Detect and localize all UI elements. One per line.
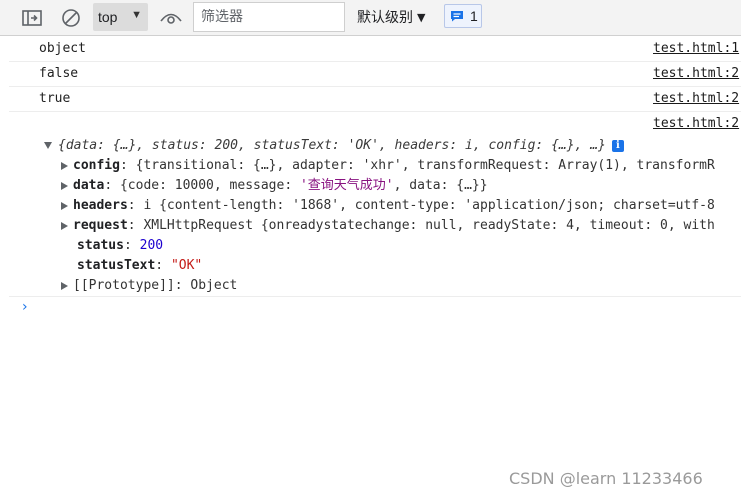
- log-text: true: [39, 91, 71, 106]
- log-text: object: [39, 41, 86, 56]
- collapse-triangle-icon[interactable]: [61, 161, 68, 170]
- watermark: CSDN @learn 11233466: [509, 469, 703, 488]
- live-expression-icon[interactable]: [157, 6, 185, 30]
- property-status: status: 200: [77, 238, 164, 253]
- console-toolbar: top ▼ 默认级别 ▼ 1: [0, 0, 741, 36]
- log-levels-dropdown[interactable]: 默认级别 ▼: [357, 4, 437, 30]
- context-selector[interactable]: top ▼: [93, 3, 148, 31]
- source-link[interactable]: test.html:2: [653, 91, 739, 106]
- message-icon: [451, 11, 463, 22]
- chevron-down-icon: ▼: [417, 10, 426, 24]
- object-summary-row[interactable]: {data: {…}, status: 200, statusText: 'OK…: [44, 137, 624, 155]
- source-link[interactable]: test.html:1: [653, 41, 739, 56]
- collapse-triangle-icon[interactable]: [61, 181, 68, 190]
- console-message: true test.html:2: [9, 87, 741, 112]
- source-link[interactable]: test.html:2: [653, 66, 739, 81]
- console-message: test.html:2: [9, 112, 741, 137]
- property-config[interactable]: config: {transitional: {…}, adapter: 'xh…: [61, 157, 715, 175]
- source-link[interactable]: test.html:2: [653, 116, 739, 131]
- collapse-triangle-icon[interactable]: [61, 221, 68, 230]
- context-label: top: [98, 9, 118, 25]
- console-message: object test.html:1: [9, 37, 741, 62]
- log-levels-label: 默认级别: [357, 10, 413, 26]
- property-data[interactable]: data: {code: 10000, message: '查询天气成功', d…: [61, 177, 488, 195]
- expand-triangle-icon[interactable]: [44, 142, 52, 149]
- issues-count: 1: [470, 8, 478, 24]
- object-tree: {data: {…}, status: 200, statusText: 'OK…: [9, 137, 741, 297]
- collapse-triangle-icon[interactable]: [61, 281, 68, 290]
- property-prototype[interactable]: [[Prototype]]: Object: [61, 277, 237, 295]
- object-summary: {data: {…}, status: 200, statusText: 'OK…: [58, 138, 606, 153]
- property-headers[interactable]: headers: i {content-length: '1868', cont…: [61, 197, 715, 215]
- collapse-triangle-icon[interactable]: [61, 201, 68, 210]
- filter-input[interactable]: [201, 9, 336, 25]
- log-text: false: [39, 66, 79, 81]
- clear-console-icon[interactable]: [58, 6, 84, 30]
- info-icon[interactable]: i: [611, 139, 624, 152]
- property-request[interactable]: request: XMLHttpRequest {onreadystatecha…: [61, 217, 715, 235]
- chevron-down-icon: ▼: [131, 9, 142, 21]
- property-statustext: statusText: "OK": [77, 258, 203, 273]
- issues-button[interactable]: 1: [444, 4, 482, 28]
- panel-toggle-icon[interactable]: [18, 7, 46, 29]
- console-message: false test.html:2: [9, 62, 741, 87]
- filter-box[interactable]: [193, 2, 345, 32]
- chevron-right-icon[interactable]: ›: [22, 299, 28, 315]
